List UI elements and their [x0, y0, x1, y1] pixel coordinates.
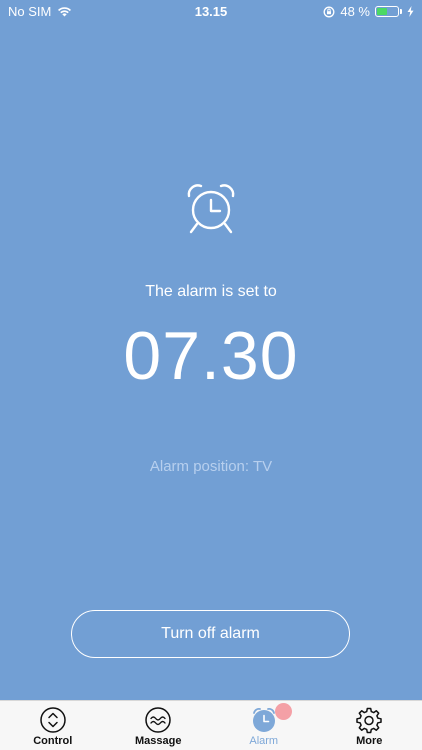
tab-alarm[interactable]: Alarm [211, 701, 317, 750]
status-right: 48 % [323, 4, 414, 19]
battery-icon [375, 6, 399, 17]
tab-massage-label: Massage [135, 735, 182, 747]
turn-off-alarm-button[interactable]: Turn off alarm [71, 610, 350, 658]
alarm-tab-badge [275, 703, 292, 720]
battery-percent: 48 % [340, 4, 370, 19]
chevron-up-down-icon [40, 707, 66, 733]
battery-fill [377, 8, 387, 15]
tab-alarm-label: Alarm [249, 735, 279, 747]
alarm-clock-icon [187, 184, 235, 234]
tab-control[interactable]: Control [0, 701, 106, 750]
tab-more-label: More [356, 735, 383, 747]
tab-more[interactable]: More [317, 701, 422, 750]
wave-icon [145, 707, 171, 733]
rotation-lock-icon [323, 6, 335, 17]
alarm-tab-icon [252, 708, 275, 732]
status-bar: No SIM 13.15 48 % [0, 0, 422, 24]
battery-tip [400, 9, 402, 14]
alarm-position-label: Alarm position: TV [149, 458, 273, 475]
alarm-set-label: The alarm is set to [145, 283, 277, 300]
gear-icon [356, 707, 382, 734]
alarm-screen: No SIM 13.15 48 % The alarm is set to 07… [0, 0, 422, 700]
tab-massage[interactable]: Massage [106, 701, 212, 750]
tab-bar: Control Massage Alarm More [0, 700, 422, 750]
charging-bolt-icon [407, 6, 414, 17]
tab-control-label: Control [33, 735, 73, 747]
alarm-time: 07.30 [123, 318, 299, 394]
